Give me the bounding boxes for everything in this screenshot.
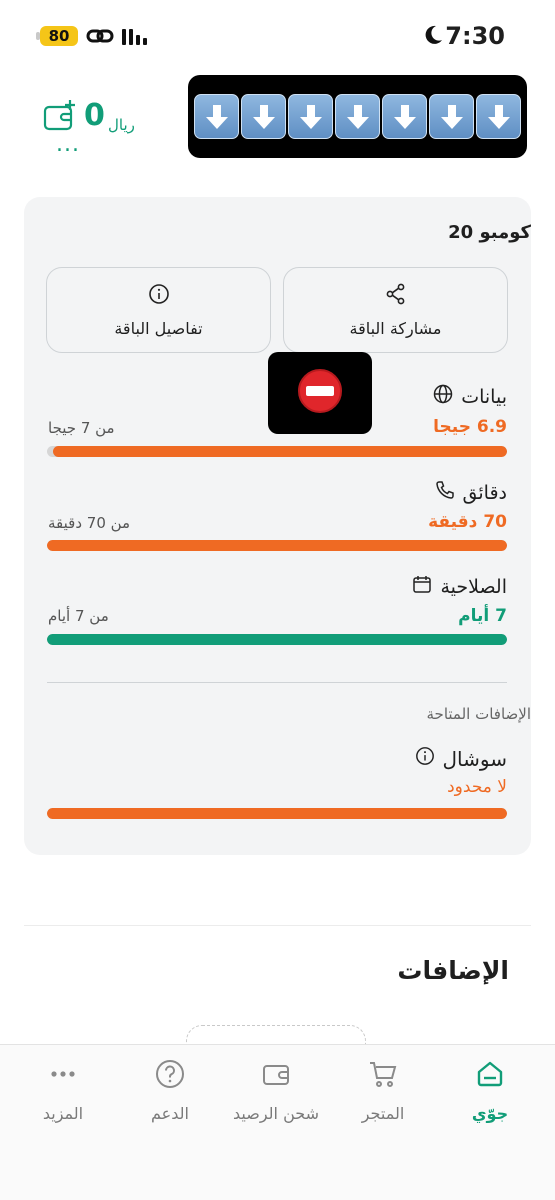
data-row-title: بيانات (433, 384, 507, 409)
minutes-row-title: دقائق (435, 480, 507, 505)
signal-icon (122, 27, 147, 45)
social-addon-title: سوشال (415, 746, 507, 771)
validity-total-label: من 7 أيام (48, 607, 109, 625)
minutes-total-label: من 70 دقيقة (48, 514, 131, 532)
info-icon (148, 283, 170, 309)
balance-value: 0 (84, 98, 105, 133)
down-arrow-icon (429, 94, 474, 139)
nav-home-label: جوّي (471, 1104, 509, 1123)
addons-heading: الإضافات (397, 956, 509, 985)
help-icon (154, 1058, 186, 1094)
nav-home[interactable]: جوّي (440, 1058, 540, 1123)
calendar-icon (412, 574, 432, 599)
header-more-icon[interactable]: ... (56, 134, 80, 156)
section-separator (24, 925, 531, 926)
down-arrow-icon (382, 94, 427, 139)
plan-name: كومبو 20 (448, 222, 531, 243)
download-arrows-banner (188, 75, 527, 158)
data-remaining-value: 6.9 جيجا (433, 417, 507, 437)
minutes-remaining-value: 70 دقيقة (428, 512, 507, 532)
down-arrow-icon (288, 94, 333, 139)
no-entry-icon (297, 368, 343, 418)
nav-store-label: المتجر (361, 1104, 405, 1123)
validity-progress-fill (47, 634, 507, 645)
link-icon (86, 26, 114, 50)
down-arrow-icon (476, 94, 521, 139)
data-progress-bar (47, 446, 507, 457)
moon-icon (423, 24, 443, 50)
validity-remaining-value: 7 أيام (458, 606, 507, 626)
status-bar: 80 7:30 (0, 0, 555, 72)
nav-store[interactable]: المتجر (333, 1058, 433, 1123)
card-divider (47, 682, 507, 683)
available-addons-label: الإضافات المتاحة (426, 705, 531, 723)
nav-more-label: المزيد (42, 1104, 84, 1123)
down-arrow-icon (335, 94, 380, 139)
data-title-label: بيانات (461, 385, 507, 408)
battery-indicator: 80 (40, 26, 78, 46)
social-title-label: سوشال (442, 746, 507, 771)
share-plan-button[interactable]: مشاركة الباقة (283, 267, 508, 353)
phone-icon (435, 480, 455, 505)
share-plan-label: مشاركة الباقة (349, 318, 442, 338)
validity-row-title: الصلاحية (412, 574, 507, 599)
nav-topup-label: شحن الرصيد (233, 1104, 319, 1123)
home-icon (474, 1058, 506, 1094)
nav-support[interactable]: الدعم (120, 1058, 220, 1123)
status-time: 7:30 (445, 22, 505, 50)
social-info-icon[interactable] (415, 746, 435, 771)
nav-more[interactable]: المزيد (13, 1058, 113, 1123)
down-arrow-icon (241, 94, 286, 139)
cart-icon (367, 1058, 399, 1094)
nav-topup[interactable]: شحن الرصيد (226, 1058, 326, 1123)
plan-details-button[interactable]: تفاصيل الباقة (46, 267, 271, 353)
globe-icon (433, 384, 453, 409)
minutes-progress-fill (47, 540, 507, 551)
social-addon-value: لا محدود (447, 777, 507, 797)
validity-progress-bar (47, 634, 507, 645)
balance-currency: ريال (108, 116, 135, 134)
data-progress-fill (53, 446, 507, 457)
minutes-title-label: دقائق (462, 481, 507, 504)
minutes-progress-bar (47, 540, 507, 551)
down-arrow-icon (194, 94, 239, 139)
wallet-icon (260, 1058, 292, 1094)
more-dots-icon (47, 1058, 79, 1094)
social-progress-fill (47, 808, 507, 819)
data-total-label: من 7 جيجا (48, 419, 115, 437)
share-icon (385, 283, 407, 309)
no-entry-overlay (268, 352, 372, 434)
plan-details-label: تفاصيل الباقة (114, 318, 203, 338)
nav-support-label: الدعم (151, 1104, 189, 1123)
validity-title-label: الصلاحية (440, 575, 507, 598)
social-progress-bar (47, 808, 507, 819)
